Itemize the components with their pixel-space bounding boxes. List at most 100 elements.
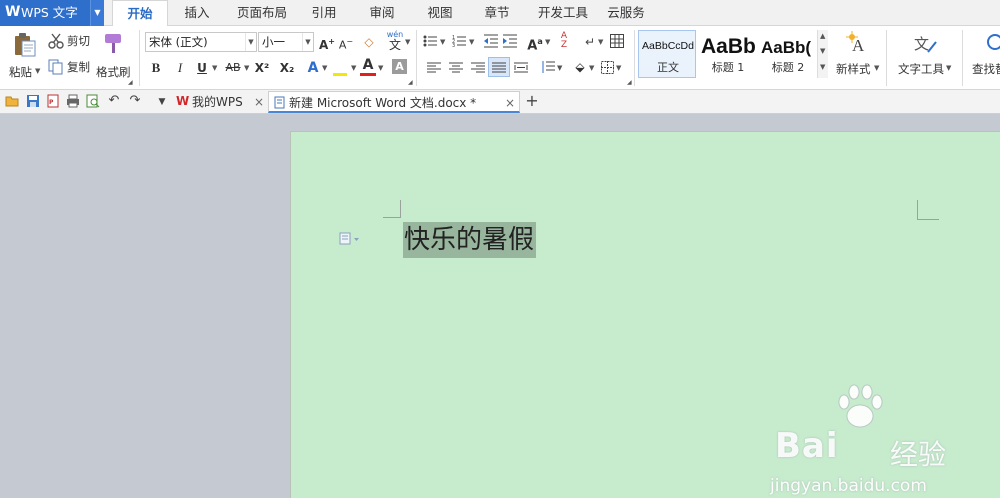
tab-review[interactable]: 审阅	[362, 0, 402, 26]
doc-tab-my-wps[interactable]: W 我的WPS ×	[172, 91, 266, 113]
clear-format-icon[interactable]: ◇	[360, 32, 378, 52]
tab-developer[interactable]: 开发工具	[535, 0, 591, 26]
underline-dropdown-icon[interactable]: ▼	[212, 64, 217, 72]
text-tools-button[interactable]: 文 文字工具 ▼	[894, 30, 956, 82]
svg-text:3: 3	[452, 43, 455, 48]
selected-document-text[interactable]: 快乐的暑假	[403, 222, 537, 258]
highlight-dropdown-icon[interactable]: ▼	[351, 64, 356, 72]
strikethrough-button[interactable]: AB	[222, 58, 244, 78]
expand-gallery-icon[interactable]: ▼	[820, 63, 825, 71]
app-menu-button[interactable]: W WPS 文字 ▼	[0, 0, 104, 26]
close-tab-icon[interactable]: ×	[505, 92, 515, 114]
line-break-dropdown-icon[interactable]: ▼	[598, 38, 603, 46]
italic-button[interactable]: I	[172, 58, 188, 78]
document-workspace[interactable]: 快乐的暑假 Bai 经验 jingyan.baidu.com	[0, 114, 1000, 498]
change-case-dropdown-icon[interactable]: ▼	[545, 38, 550, 46]
app-menu-dropdown-icon[interactable]: ▼	[90, 0, 104, 26]
font-name-select[interactable]: 宋体 (正文) ▼	[145, 32, 257, 52]
table-icon[interactable]	[610, 34, 624, 48]
align-right-icon[interactable]	[471, 62, 485, 74]
phonetic-dropdown-icon[interactable]: ▼	[405, 38, 410, 46]
scroll-up-icon[interactable]: ▲	[820, 32, 825, 40]
superscript-button[interactable]: X²	[252, 58, 272, 78]
underline-button[interactable]: U	[195, 58, 209, 78]
highlight-icon[interactable]	[331, 58, 349, 78]
font-size-select[interactable]: 小一 ▼	[258, 32, 314, 52]
doc-tab-active[interactable]: 新建 Microsoft Word 文档.docx * ×	[268, 91, 520, 113]
paste-dropdown-icon[interactable]: ▼	[35, 67, 40, 75]
numbered-list-dropdown-icon[interactable]: ▼	[469, 38, 474, 46]
bold-button[interactable]: B	[148, 58, 164, 78]
scroll-down-icon[interactable]: ▼	[820, 47, 825, 55]
char-shading-icon[interactable]: A	[392, 59, 407, 74]
paragraph-dialog-launcher-icon[interactable]: ◢	[627, 79, 632, 86]
style-heading-1[interactable]: AaBb 标题 1	[698, 30, 756, 78]
style-normal[interactable]: AaBbCcDd 正文	[638, 30, 696, 78]
paragraph-shading-icon[interactable]: ⬙	[572, 57, 588, 77]
ribbon-separator	[962, 30, 963, 86]
cut-button[interactable]: 剪切	[48, 32, 92, 50]
new-tab-button[interactable]: +	[524, 91, 540, 111]
font-size-dropdown-icon[interactable]: ▼	[302, 33, 313, 51]
align-center-icon[interactable]	[449, 62, 463, 74]
text-tools-dropdown-icon[interactable]: ▼	[946, 64, 951, 72]
paste-button[interactable]: 粘贴 ▼	[8, 30, 42, 82]
borders-dropdown-icon[interactable]: ▼	[616, 64, 621, 72]
tab-references[interactable]: 引用	[304, 0, 344, 26]
style-heading-2[interactable]: AaBb( 标题 2	[758, 30, 816, 78]
sort-icon[interactable]: AZ	[556, 32, 572, 52]
new-style-dropdown-icon[interactable]: ▼	[874, 64, 879, 72]
borders-icon[interactable]	[601, 61, 614, 74]
format-painter-button[interactable]: 格式刷	[96, 30, 132, 82]
redo-icon[interactable]: ↷	[128, 91, 142, 111]
paragraph-layout-icon[interactable]	[339, 232, 361, 246]
tab-page-layout[interactable]: 页面布局	[232, 0, 292, 26]
font-name-dropdown-icon[interactable]: ▼	[245, 33, 256, 51]
new-style-button[interactable]: A 新样式 ▼	[834, 30, 882, 82]
tab-home[interactable]: 开始	[112, 0, 168, 27]
tab-chapter[interactable]: 章节	[477, 0, 517, 26]
tab-cloud[interactable]: 云服务	[604, 0, 648, 26]
grow-font-icon[interactable]: A+	[318, 32, 336, 52]
shading-dropdown-icon[interactable]: ▼	[589, 64, 594, 72]
find-replace-button[interactable]: 查找替	[968, 30, 1000, 82]
justify-button[interactable]	[488, 57, 510, 77]
shrink-font-icon[interactable]: A−	[337, 32, 355, 52]
text-effect-icon[interactable]: A	[305, 58, 321, 78]
font-dialog-launcher-icon[interactable]: ◢	[408, 79, 413, 86]
font-color-dropdown-icon[interactable]: ▼	[378, 64, 383, 72]
align-left-icon[interactable]	[427, 62, 441, 74]
tab-insert[interactable]: 插入	[176, 0, 218, 26]
increase-indent-icon[interactable]	[503, 34, 517, 48]
strikethrough-dropdown-icon[interactable]: ▼	[244, 64, 249, 72]
bullet-list-icon[interactable]	[423, 34, 437, 48]
decrease-indent-icon[interactable]	[484, 34, 498, 48]
copy-icon	[48, 59, 63, 75]
text-tools-icon: 文	[914, 35, 937, 53]
print-icon[interactable]	[66, 94, 80, 108]
subscript-button[interactable]: X₂	[277, 58, 297, 78]
undo-icon[interactable]: ↶	[107, 91, 121, 111]
tab-view[interactable]: 视图	[420, 0, 460, 26]
open-folder-icon[interactable]	[5, 94, 19, 108]
text-effect-dropdown-icon[interactable]: ▼	[322, 64, 327, 72]
copy-button[interactable]: 复制	[48, 58, 92, 76]
style-name: 正文	[657, 61, 679, 74]
style-gallery-scroll[interactable]: ▲ ▼ ▼	[817, 30, 828, 78]
save-icon[interactable]	[26, 94, 40, 108]
print-preview-icon[interactable]	[86, 94, 100, 108]
font-color-icon[interactable]: A	[360, 56, 376, 76]
bullet-list-dropdown-icon[interactable]: ▼	[440, 38, 445, 46]
numbered-list-icon[interactable]: 123	[452, 34, 466, 48]
distribute-icon[interactable]	[514, 62, 528, 74]
clipboard-dialog-launcher-icon[interactable]: ◢	[128, 79, 133, 86]
line-spacing-dropdown-icon[interactable]: ▼	[557, 64, 562, 72]
line-spacing-icon[interactable]	[541, 61, 555, 74]
close-tab-icon[interactable]: ×	[254, 91, 264, 113]
style-sample: AaBb	[701, 35, 756, 58]
change-case-icon[interactable]: Aa	[526, 32, 544, 53]
customize-toolbar-icon[interactable]: ▼	[155, 92, 169, 112]
phonetic-guide-button[interactable]: wén 文	[385, 30, 405, 51]
export-pdf-icon[interactable]: P	[46, 94, 60, 108]
line-break-icon[interactable]: ↵	[582, 32, 598, 52]
